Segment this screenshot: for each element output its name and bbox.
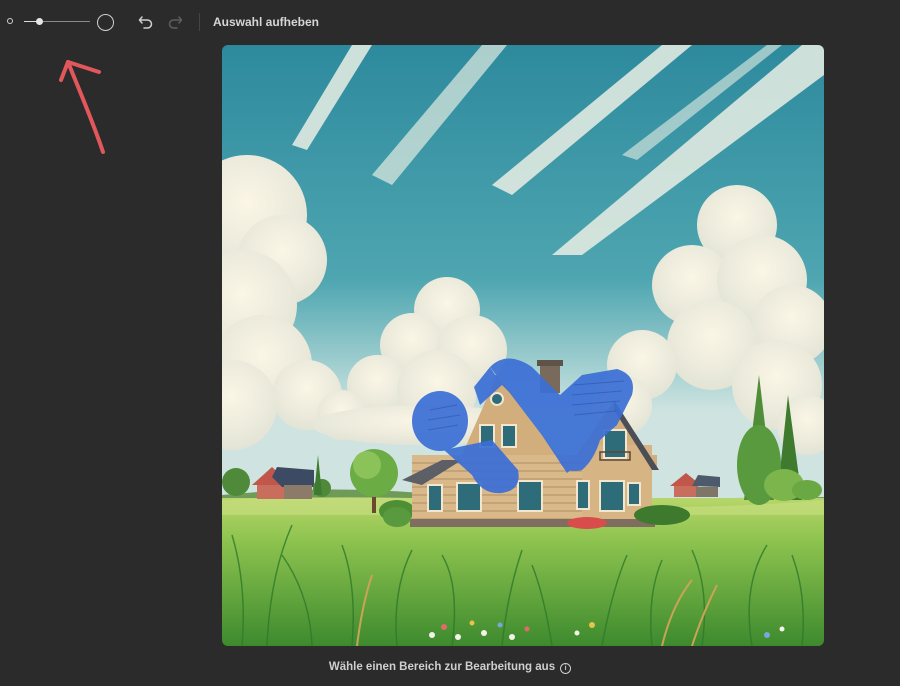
redo-icon (168, 16, 183, 29)
image-canvas[interactable] (222, 45, 824, 646)
undo-icon (138, 16, 153, 29)
selection-hint: Wähle einen Bereich zur Bearbeitung aus i (0, 661, 900, 674)
painting-image (222, 45, 824, 646)
slider-thumb[interactable] (36, 18, 44, 25)
annotation-arrow-icon (59, 60, 105, 154)
undo-button[interactable] (137, 13, 155, 31)
toolbar: Auswahl aufheben (0, 0, 900, 44)
brush-size-slider[interactable] (24, 12, 90, 32)
image-editor: Auswahl aufheben Wähle einen Bereich zur… (0, 0, 900, 686)
brush-size-small-icon (7, 18, 13, 24)
toolbar-divider (199, 13, 200, 31)
info-icon[interactable]: i (560, 663, 572, 674)
redo-button[interactable] (166, 13, 184, 31)
brush-size-large-icon (97, 14, 114, 31)
hint-text: Wähle einen Bereich zur Bearbeitung aus (328, 661, 556, 673)
deselect-button[interactable]: Auswahl aufheben (213, 15, 319, 29)
